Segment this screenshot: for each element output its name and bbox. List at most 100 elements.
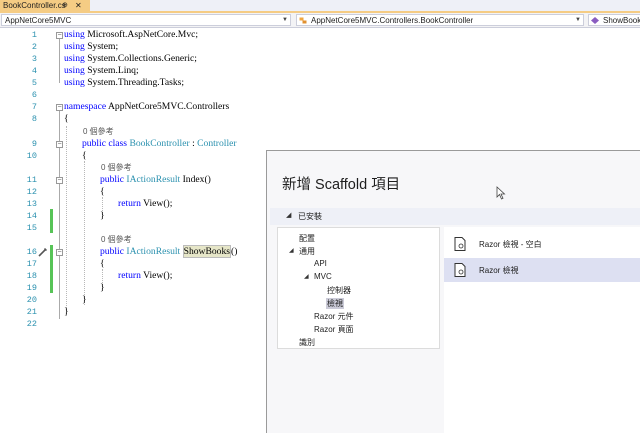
line-number: 17 <box>26 259 37 269</box>
template-name: Razor 檢視 - 空白 <box>479 240 542 249</box>
template-list: Razor 檢視 - 空白 Razor 檢視 <box>444 227 640 433</box>
expand-arrow-icon[interactable]: ◢ <box>289 247 294 254</box>
pin-icon[interactable]: ⊕ <box>62 0 68 11</box>
code-text: View(); <box>140 198 173 209</box>
line-number: 7 <box>31 102 37 112</box>
code-line-3: using System.Collections.Generic; <box>64 53 197 64</box>
line-number: 19 <box>26 283 37 293</box>
line-number: 9 <box>31 139 37 149</box>
tree-item-razor-component[interactable]: Razor 元件 <box>314 311 354 322</box>
template-razor-view[interactable]: Razor 檢視 <box>444 258 640 282</box>
highlighted-method-name[interactable]: ShowBooks <box>182 245 232 258</box>
keyword: public <box>100 246 124 257</box>
pencil-icon[interactable] <box>38 247 48 257</box>
chevron-down-icon: ▼ <box>575 17 581 23</box>
outline-line <box>59 39 60 83</box>
line-number: 2 <box>31 42 37 52</box>
keyword: return <box>118 198 141 209</box>
code-line-12: { <box>100 186 105 197</box>
code-text: Index() <box>180 174 211 185</box>
reference-count[interactable]: 0 個參考 <box>101 162 132 173</box>
line-number: 11 <box>26 175 37 185</box>
template-name: Razor 檢視 <box>479 266 519 275</box>
tab-title: BookController.cs <box>3 1 66 10</box>
keyword: public <box>100 174 124 185</box>
expand-arrow-icon[interactable]: ◢ <box>304 273 309 280</box>
tree-item-razor-page[interactable]: Razor 頁面 <box>314 324 354 335</box>
template-razor-view-empty[interactable]: Razor 檢視 - 空白 <box>444 232 640 256</box>
code-line-10: { <box>82 150 87 161</box>
dialog-title: 新增 Scaffold 項目 <box>282 177 401 193</box>
close-icon[interactable]: ✕ <box>75 0 82 11</box>
mouse-cursor-icon <box>496 186 506 200</box>
line-number: 13 <box>26 199 37 209</box>
collapse-icon[interactable]: − <box>56 32 63 39</box>
tree-item-common[interactable]: 配置 <box>299 233 315 244</box>
code-line-7: namespace AppNetCore5MVC.Controllers <box>64 101 229 112</box>
collapse-icon[interactable]: − <box>56 249 63 256</box>
collapse-icon[interactable]: − <box>56 177 63 184</box>
expand-arrow-icon: ◢ <box>286 212 292 219</box>
collapse-icon[interactable]: − <box>56 141 63 148</box>
code-line-11: public IActionResult Index() <box>100 174 211 185</box>
class-name: AppNetCore5MVC.Controllers.BookControlle… <box>311 16 474 25</box>
category-tree: 配置 ◢ 通用 API ◢ MVC 控制器 檢視 Razor 元件 Razor … <box>277 227 440 349</box>
line-number: 1 <box>31 30 37 40</box>
tree-item-api[interactable]: API <box>314 259 327 268</box>
type-name: Controller <box>197 138 237 149</box>
installed-label: 已安裝 <box>298 212 322 221</box>
navigation-bar: AppNetCore5MVC ▼ AppNetCore5MVC.Controll… <box>0 13 640 28</box>
indent-guide <box>66 126 67 316</box>
code-text: System; <box>84 41 119 52</box>
code-line-2: using System; <box>64 41 118 52</box>
line-number: 12 <box>26 187 37 197</box>
line-number: 21 <box>26 307 37 317</box>
collapse-icon[interactable]: − <box>56 104 63 111</box>
line-number: 18 <box>26 271 37 281</box>
code-text: System.Threading.Tasks; <box>84 77 185 88</box>
code-text: System.Collections.Generic; <box>84 53 197 64</box>
reference-count[interactable]: 0 個參考 <box>101 234 132 245</box>
line-number: 22 <box>26 319 37 329</box>
code-text: View(); <box>140 270 173 281</box>
chevron-down-icon: ▼ <box>282 17 288 23</box>
code-text: Microsoft.AspNetCore.Mvc; <box>84 29 199 40</box>
type-name: BookController <box>129 138 190 149</box>
keyword: using <box>64 77 85 88</box>
tree-item-shared[interactable]: 通用 <box>299 246 315 257</box>
project-dropdown[interactable]: AppNetCore5MVC ▼ <box>1 14 291 26</box>
tree-item-view[interactable]: 檢視 <box>326 298 344 309</box>
type-name: IActionResult <box>126 246 181 257</box>
installed-section-header[interactable]: ◢ 已安裝 <box>270 208 640 225</box>
code-line-13: return View(); <box>118 198 172 209</box>
keyword: using <box>64 41 85 52</box>
keyword: using <box>64 29 85 40</box>
code-text: System.Linq; <box>84 65 139 76</box>
tree-item-identity[interactable]: 識別 <box>299 337 315 348</box>
line-number: 20 <box>26 295 37 305</box>
line-number: 10 <box>26 151 37 161</box>
code-line-16: public IActionResult ShowBooks() <box>100 245 238 258</box>
line-number: 5 <box>31 78 37 88</box>
code-line-1: using Microsoft.AspNetCore.Mvc; <box>64 29 198 40</box>
line-number: 14 <box>26 211 37 221</box>
code-line-14: } <box>100 210 105 221</box>
code-line-19: } <box>100 282 105 293</box>
code-line-5: using System.Threading.Tasks; <box>64 77 184 88</box>
line-number: 6 <box>31 90 37 100</box>
tree-item-controller[interactable]: 控制器 <box>327 285 351 296</box>
reference-count[interactable]: 0 個參考 <box>83 126 114 137</box>
type-name: IActionResult <box>126 174 181 185</box>
code-line-8: { <box>64 113 69 124</box>
tab-bookcontroller-cs[interactable]: BookController.cs ⊕ ✕ <box>0 0 90 11</box>
code-line-21: } <box>64 306 69 317</box>
indent-guide <box>84 161 85 305</box>
line-number: 8 <box>31 114 37 124</box>
class-dropdown[interactable]: AppNetCore5MVC.Controllers.BookControlle… <box>296 14 584 26</box>
member-dropdown[interactable]: ShowBooks <box>588 14 640 26</box>
line-number: 15 <box>26 223 37 233</box>
tree-item-mvc[interactable]: MVC <box>314 272 332 281</box>
code-line-4: using System.Linq; <box>64 65 139 76</box>
code-text: () <box>231 246 238 257</box>
code-line-18: return View(); <box>118 270 172 281</box>
